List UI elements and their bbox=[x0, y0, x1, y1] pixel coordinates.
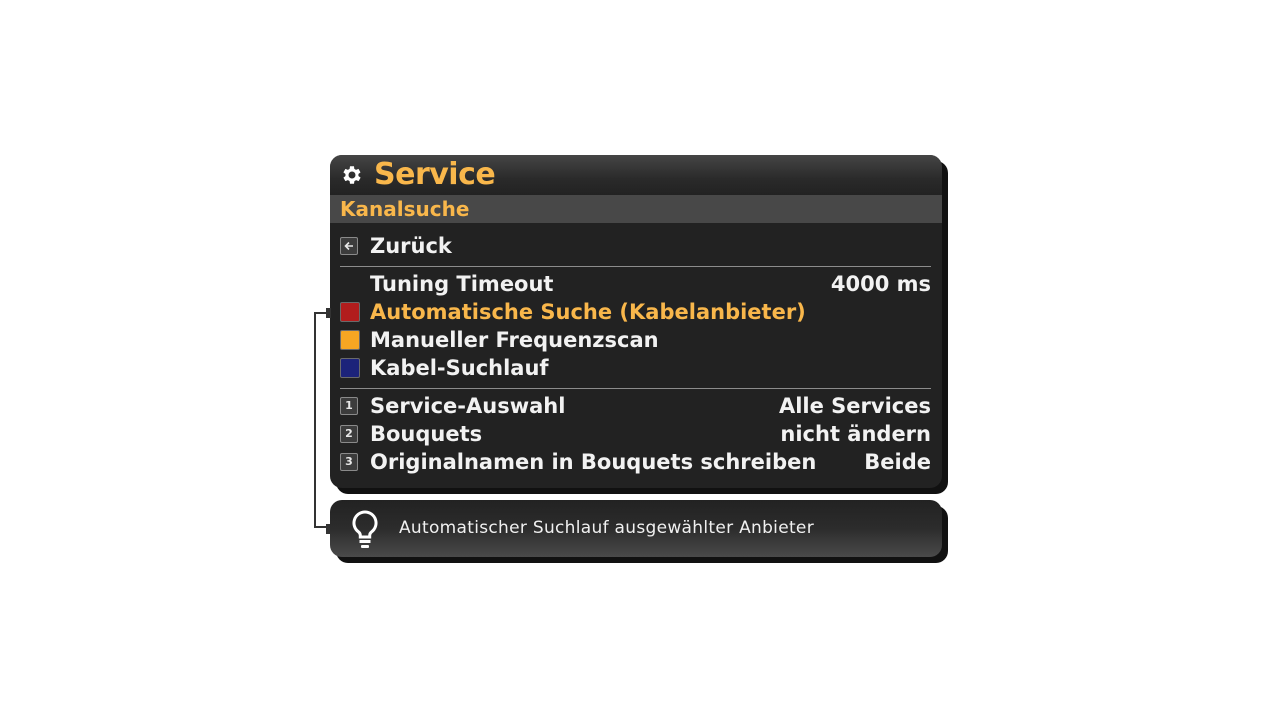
original-names-value: Beide bbox=[864, 450, 931, 474]
key-3-icon: 3 bbox=[340, 453, 358, 471]
bouquets-value: nicht ändern bbox=[780, 422, 931, 446]
gear-icon bbox=[343, 166, 361, 184]
key-1-icon: 1 bbox=[340, 397, 358, 415]
hint-bar: Automatischer Suchlauf ausgewählter Anbi… bbox=[330, 500, 942, 557]
bouquets-item[interactable]: 2 Bouquets nicht ändern bbox=[330, 420, 942, 448]
back-item[interactable]: Zurück bbox=[330, 232, 942, 260]
automatic-search-label: Automatische Suche (Kabelanbieter) bbox=[370, 300, 806, 324]
service-selection-item[interactable]: 1 Service-Auswahl Alle Services bbox=[330, 392, 942, 420]
red-button-icon bbox=[340, 302, 360, 322]
divider bbox=[340, 266, 931, 267]
original-names-item[interactable]: 3 Originalnamen in Bouquets schreiben Be… bbox=[330, 448, 942, 476]
page-title: Service bbox=[374, 157, 496, 192]
manual-scan-label: Manueller Frequenzscan bbox=[370, 328, 659, 352]
manual-scan-item[interactable]: Manueller Frequenzscan bbox=[330, 326, 942, 354]
subheader-title: Kanalsuche bbox=[340, 197, 470, 221]
divider bbox=[340, 388, 931, 389]
tuning-timeout-item[interactable]: Tuning Timeout 4000 ms bbox=[330, 270, 942, 298]
connector-joint bbox=[326, 308, 331, 318]
back-label: Zurück bbox=[370, 234, 452, 258]
bouquets-label: Bouquets bbox=[370, 422, 483, 446]
menu-header: Service bbox=[330, 155, 942, 195]
hint-text: Automatischer Suchlauf ausgewählter Anbi… bbox=[399, 518, 814, 538]
cable-search-label: Kabel-Suchlauf bbox=[370, 356, 549, 380]
original-names-label: Originalnamen in Bouquets schreiben bbox=[370, 450, 817, 474]
subheader: Kanalsuche bbox=[330, 195, 942, 223]
tuning-timeout-value: 4000 ms bbox=[830, 272, 931, 296]
connector-line bbox=[314, 312, 328, 528]
service-selection-label: Service-Auswahl bbox=[370, 394, 566, 418]
yellow-button-icon bbox=[340, 330, 360, 350]
blue-button-icon bbox=[340, 358, 360, 378]
tuning-timeout-label: Tuning Timeout bbox=[370, 272, 554, 296]
automatic-search-item[interactable]: Automatische Suche (Kabelanbieter) bbox=[330, 298, 942, 326]
key-2-icon: 2 bbox=[340, 425, 358, 443]
service-menu-panel: Service Kanalsuche Zurück Tuning Timeout… bbox=[330, 155, 942, 488]
lightbulb-icon bbox=[352, 510, 378, 548]
service-selection-value: Alle Services bbox=[778, 394, 931, 418]
cable-search-item[interactable]: Kabel-Suchlauf bbox=[330, 354, 942, 382]
arrow-left-icon bbox=[340, 237, 358, 255]
